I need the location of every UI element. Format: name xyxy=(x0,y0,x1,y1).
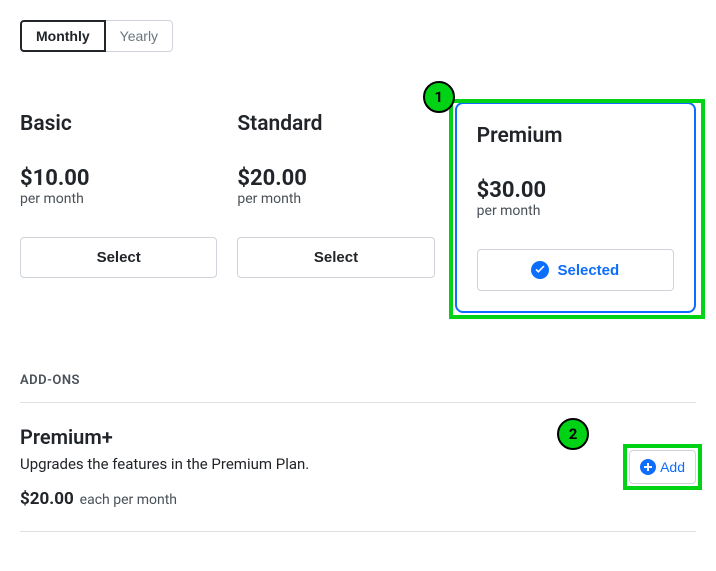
addon-name: Premium+ xyxy=(20,425,629,449)
plan-price: $10.00 xyxy=(20,166,217,191)
plus-circle-icon xyxy=(640,459,656,475)
plan-period: per month xyxy=(237,191,434,207)
billing-period-toggle: Monthly Yearly xyxy=(20,20,173,52)
select-plan-button[interactable]: Select xyxy=(237,237,434,278)
plan-card-basic: Basic $10.00 per month Select xyxy=(20,102,217,313)
plan-period: per month xyxy=(20,191,217,207)
plan-period: per month xyxy=(477,203,674,219)
plan-card-premium: 1 Premium $30.00 per month Selected xyxy=(455,102,696,313)
selected-plan-label: Selected xyxy=(557,262,619,279)
addon-action: 2 Add xyxy=(629,450,696,484)
addon-row: Premium+ Upgrades the features in the Pr… xyxy=(20,403,696,532)
addon-description: Upgrades the features in the Premium Pla… xyxy=(20,455,629,473)
select-plan-button[interactable]: Select xyxy=(20,237,217,278)
addon-price-period: each per month xyxy=(80,492,177,508)
plan-price: $20.00 xyxy=(237,166,434,191)
plan-price: $30.00 xyxy=(477,178,674,203)
add-addon-label: Add xyxy=(660,459,685,475)
addon-price: $20.00 xyxy=(20,489,74,509)
plans-row: Basic $10.00 per month Select Standard $… xyxy=(20,102,696,313)
selected-plan-button[interactable]: Selected xyxy=(477,249,674,291)
addons-section-title: ADD-ONS xyxy=(20,373,696,388)
plan-card-standard: Standard $20.00 per month Select xyxy=(237,102,434,313)
check-circle-icon xyxy=(531,261,549,279)
addon-info: Premium+ Upgrades the features in the Pr… xyxy=(20,425,629,509)
plan-name: Premium xyxy=(477,124,674,148)
plan-name: Standard xyxy=(237,112,434,136)
plan-name: Basic xyxy=(20,112,217,136)
period-monthly-button[interactable]: Monthly xyxy=(20,20,106,52)
period-yearly-button[interactable]: Yearly xyxy=(105,20,173,52)
add-addon-button[interactable]: Add xyxy=(629,450,696,484)
